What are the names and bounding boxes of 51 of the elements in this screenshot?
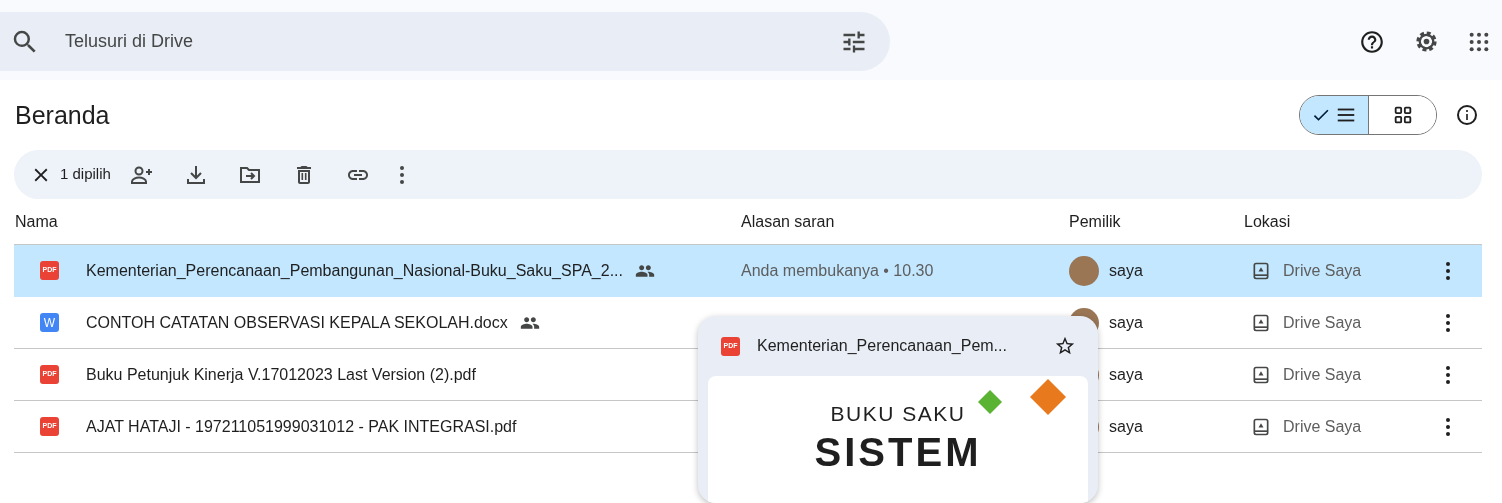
help-button[interactable] bbox=[1359, 28, 1385, 55]
column-header[interactable]: Nama bbox=[15, 213, 58, 230]
drive-icon bbox=[1251, 312, 1271, 333]
settings-icon bbox=[1413, 28, 1440, 55]
more-actions-button[interactable] bbox=[399, 165, 404, 184]
owner-name: saya bbox=[1109, 416, 1143, 437]
row-more-button[interactable] bbox=[1446, 417, 1450, 436]
location-name: Drive Saya bbox=[1283, 312, 1362, 333]
list-view-button[interactable] bbox=[1300, 96, 1368, 134]
file-name: Kementerian_Perencanaan_Pembangunan_Nasional-Buku_Saku_SPA_2... bbox=[86, 260, 623, 281]
document-heading: BUKU SAKU bbox=[830, 401, 966, 427]
file-name: AJAT HATAJI - 197211051999031012 - PAK INTEGRASI.pdf bbox=[86, 416, 517, 437]
search-input[interactable]: Telusuri di Drive bbox=[63, 27, 817, 56]
more-icon bbox=[1446, 261, 1450, 280]
location-name: Drive Saya bbox=[1283, 364, 1362, 385]
star-icon bbox=[1054, 335, 1076, 357]
location-name: Drive Saya bbox=[1283, 416, 1362, 437]
row-more-button[interactable] bbox=[1446, 313, 1450, 332]
apps-button[interactable] bbox=[1468, 30, 1490, 53]
page-title: Beranda bbox=[15, 100, 110, 130]
document-heading: SISTEM bbox=[814, 429, 982, 474]
column-header[interactable]: Lokasi bbox=[1244, 213, 1291, 230]
more-icon bbox=[399, 165, 404, 184]
drive-icon bbox=[1251, 364, 1271, 385]
word-file-icon: W bbox=[40, 313, 59, 332]
owner-name: saya bbox=[1109, 364, 1143, 385]
more-icon bbox=[1446, 313, 1450, 332]
location-name: Drive Saya bbox=[1283, 260, 1362, 281]
more-icon bbox=[1446, 417, 1450, 436]
drive-icon bbox=[1251, 260, 1271, 281]
row-more-button[interactable] bbox=[1446, 365, 1450, 384]
file-name: CONTOH CATATAN OBSERVASI KEPALA SEKOLAH.docx bbox=[86, 312, 508, 333]
row-more-button[interactable] bbox=[1446, 261, 1450, 280]
drive-icon bbox=[1251, 416, 1271, 437]
info-icon bbox=[1455, 103, 1479, 127]
help-icon bbox=[1359, 28, 1385, 55]
file-name: Buku Petunjuk Kinerja V.17012023 Last Version (2).pdf bbox=[86, 364, 476, 385]
avatar bbox=[1069, 255, 1099, 286]
grid-view-button[interactable] bbox=[1368, 96, 1436, 134]
owner-name: saya bbox=[1109, 312, 1143, 333]
suggestion-reason: Anda membukanya • 10.30 bbox=[741, 261, 934, 279]
settings-button[interactable] bbox=[1413, 28, 1440, 55]
column-header[interactable]: Alasan saran bbox=[741, 213, 835, 230]
star-button[interactable] bbox=[1054, 335, 1076, 357]
search-field[interactable]: Telusuri di Drive bbox=[0, 12, 890, 71]
more-icon bbox=[1446, 365, 1450, 384]
details-button[interactable] bbox=[1455, 103, 1479, 127]
selection-count: 1 dipilih bbox=[60, 164, 111, 185]
owner-name: saya bbox=[1109, 260, 1143, 281]
column-header[interactable]: Pemilik bbox=[1069, 213, 1121, 230]
apps-icon bbox=[1468, 30, 1490, 53]
